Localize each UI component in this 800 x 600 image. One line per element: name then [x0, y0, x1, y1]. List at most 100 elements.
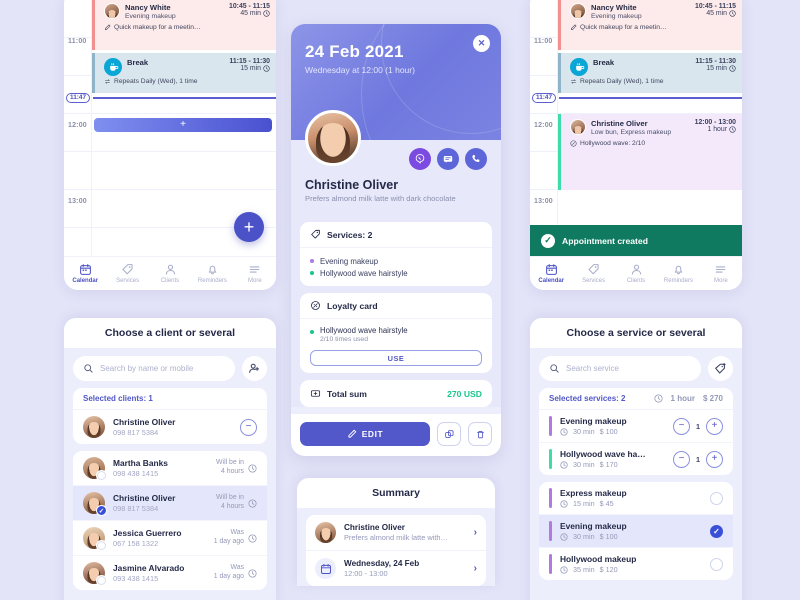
total-value: 270 USD — [447, 388, 482, 399]
service-price: $ 120 — [599, 565, 618, 574]
chevron-right-icon: › — [473, 563, 477, 574]
bell-icon — [674, 265, 683, 275]
search-input[interactable]: Search service — [539, 356, 701, 381]
break-card[interactable]: Break 11:15 - 11:30 15 min Repeats Daily… — [92, 53, 276, 93]
clients-list-card[interactable]: Martha Banks 098 438 1415 Will be in 4 h… — [73, 451, 267, 590]
tab-clients[interactable]: Clients — [149, 257, 191, 290]
list-item[interactable]: Jasmine Alvarado 093 438 1415 Was 1 day … — [73, 556, 267, 590]
service-item: Hollywood wave hairstyle — [310, 267, 482, 279]
message-icon[interactable] — [437, 148, 459, 170]
phone-icon[interactable] — [465, 148, 487, 170]
summary-sub-text: Prefers almond milk latte with… — [344, 533, 448, 542]
status-line1: Was — [230, 564, 244, 572]
bottom-nav-left[interactable]: Calendar Services Clients Reminders More — [64, 256, 276, 290]
tab-clients[interactable]: Clients — [615, 257, 657, 290]
current-time-label: 11:47 — [66, 92, 90, 104]
list-item[interactable]: ✓ Christine Oliver 098 817 5384 Will be … — [73, 486, 267, 521]
list-item[interactable]: Jessica Guerrero 067 158 1322 Was 1 day … — [73, 521, 267, 556]
selected-client-row[interactable]: Christine Oliver 098 817 5384 − — [73, 410, 267, 444]
selected-service-row[interactable]: Hollywood wave ha… 30 min $ 170 − 1 + — [539, 443, 733, 475]
search-placeholder: Search service — [566, 364, 619, 373]
increment-button[interactable]: + — [706, 417, 723, 435]
summary-title: Summary — [297, 478, 495, 508]
client-avatar[interactable] — [305, 110, 361, 166]
tab-more[interactable]: More — [234, 257, 276, 290]
status-line2: 1 day ago — [213, 573, 244, 580]
tab-services[interactable]: Services — [106, 257, 148, 290]
summary-row-client[interactable]: Christine Oliver Prefers almond milk lat… — [306, 515, 486, 551]
repeat-icon — [571, 79, 576, 84]
select-checkbox[interactable] — [96, 575, 107, 586]
appointment-time: 10:45 - 11:15 — [229, 3, 270, 10]
appointment-card-new[interactable]: Christine Oliver Low bun, Express makeup… — [558, 114, 742, 190]
select-radio[interactable]: ✓ — [710, 524, 723, 538]
toast-appointment-created: ✓ Appointment created — [530, 225, 742, 256]
list-item[interactable]: Hollywood makeup 35 min $ 120 — [539, 548, 733, 580]
calendar-body-right[interactable]: 11:00 12:00 13:00 Nancy White Evening ma… — [530, 0, 742, 290]
quantity-stepper[interactable]: − 1 + — [673, 450, 723, 468]
tab-calendar[interactable]: Calendar — [64, 257, 106, 290]
increment-button[interactable]: + — [706, 450, 723, 468]
summary-row-date[interactable]: Wednesday, 24 Feb 12:00 - 13:00 › — [306, 551, 486, 586]
list-item[interactable]: Martha Banks 098 438 1415 Will be in 4 h… — [73, 451, 267, 486]
break-card[interactable]: Break 11:15 - 11:30 15 min Repeats Daily… — [558, 53, 742, 93]
detail-actions: EDIT — [291, 414, 501, 456]
bottom-nav-right[interactable]: Calendar Services Clients Reminders More — [530, 256, 742, 290]
service-search-row: Search service — [530, 348, 742, 388]
add-appointment-fab[interactable]: + — [234, 212, 264, 242]
appointment-card[interactable]: Nancy White Evening makeup 10:45 - 11:15… — [558, 0, 742, 50]
remove-client-button[interactable]: − — [240, 418, 257, 436]
selected-service-row[interactable]: Evening makeup 30 min $ 100 − 1 + — [539, 410, 733, 443]
select-radio[interactable] — [710, 557, 723, 571]
select-checkbox[interactable] — [96, 470, 107, 481]
use-loyalty-button[interactable]: USE — [310, 350, 482, 366]
edit-button[interactable]: EDIT — [300, 422, 430, 446]
viber-icon[interactable] — [409, 148, 431, 170]
tab-services[interactable]: Services — [572, 257, 614, 290]
close-button[interactable]: ✕ — [473, 35, 490, 52]
calendar-body-left[interactable]: 11:00 12:00 13:00 Nancy White Evening ma… — [64, 0, 276, 290]
services-list-card[interactable]: Express makeup 15 min $ 45 Evening makeu… — [539, 482, 733, 580]
appointment-duration: 45 min — [706, 10, 727, 17]
current-time-label: 11:47 — [532, 92, 556, 104]
appointment-service: Evening makeup — [591, 13, 642, 21]
add-person-button[interactable] — [242, 356, 267, 381]
hour-row — [530, 190, 742, 228]
service-price: $ 100 — [599, 427, 618, 436]
break-duration-wrap: 15 min — [229, 65, 270, 72]
add-service-button[interactable] — [708, 356, 733, 381]
tab-reminders[interactable]: Reminders — [657, 257, 699, 290]
service-name: Hollywood wave ha… — [560, 449, 646, 459]
appointment-time: 12:00 - 13:00 — [694, 119, 736, 126]
clock-icon — [263, 65, 270, 72]
tab-calendar[interactable]: Calendar — [530, 257, 572, 290]
client-name: Christine Oliver — [113, 493, 176, 503]
clock-icon — [560, 427, 568, 436]
copy-icon — [444, 429, 453, 438]
clock-icon — [729, 126, 736, 133]
break-time: 11:15 - 11:30 — [229, 58, 270, 65]
quantity-stepper[interactable]: − 1 + — [673, 417, 723, 435]
break-note: Repeats Daily (Wed), 1 time — [114, 78, 198, 85]
select-radio[interactable] — [710, 491, 723, 505]
service-duration: 30 min — [573, 427, 595, 436]
tab-more[interactable]: More — [700, 257, 742, 290]
hour-row — [64, 152, 276, 190]
decrement-button[interactable]: − — [673, 417, 690, 435]
avatar — [83, 562, 107, 586]
services-header: Services: 2 — [300, 222, 492, 248]
list-item[interactable]: Evening makeup 30 min $ 100 ✓ — [539, 515, 733, 548]
select-checkbox[interactable]: ✓ — [96, 505, 107, 516]
add-slot-button[interactable]: + — [94, 118, 272, 132]
list-item[interactable]: Express makeup 15 min $ 45 — [539, 482, 733, 515]
decrement-button[interactable]: − — [673, 450, 690, 468]
clock-icon — [248, 463, 257, 473]
menu-icon — [250, 266, 260, 273]
select-checkbox[interactable] — [96, 540, 107, 551]
search-input[interactable]: Search by name or mobile — [73, 356, 235, 381]
appointment-card[interactable]: Nancy White Evening makeup 10:45 - 11:15… — [92, 0, 276, 50]
tag-icon — [588, 264, 599, 275]
delete-button[interactable] — [468, 422, 492, 446]
copy-button[interactable] — [437, 422, 461, 446]
tab-reminders[interactable]: Reminders — [191, 257, 233, 290]
